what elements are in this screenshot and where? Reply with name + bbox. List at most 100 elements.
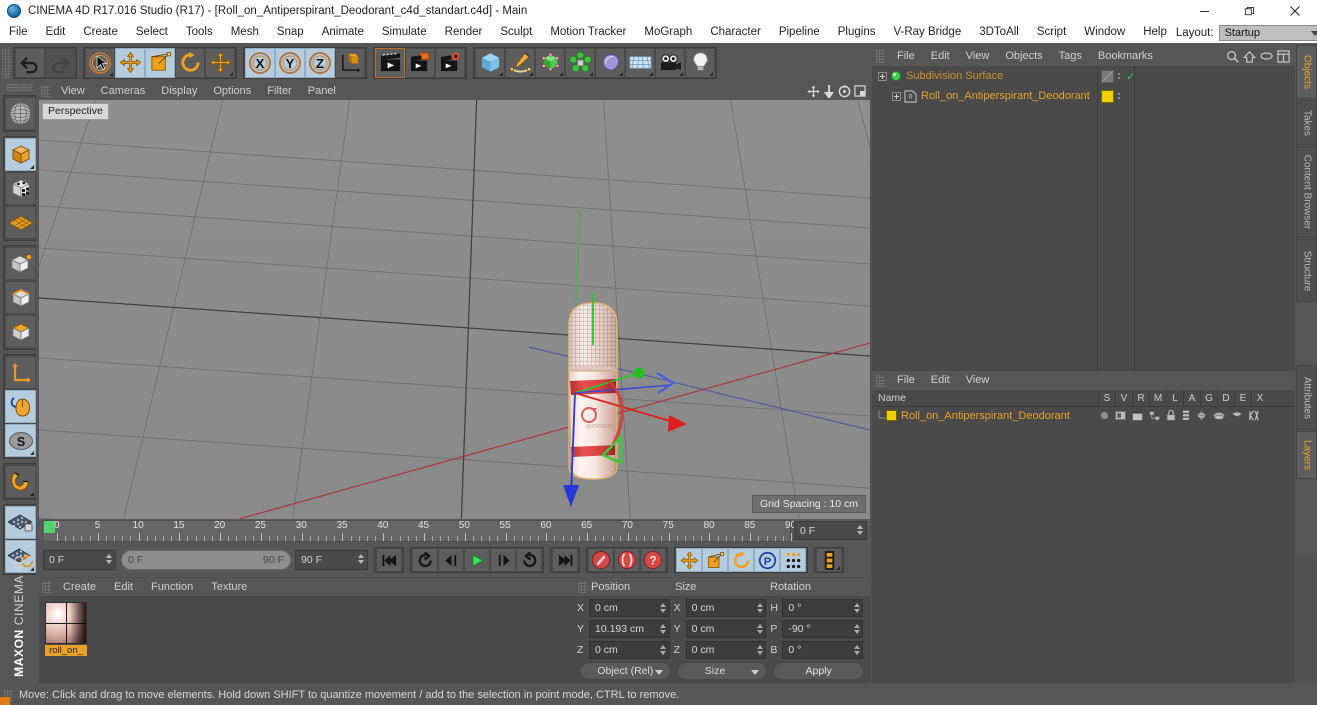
add-nurbs-button[interactable]: [535, 47, 565, 78]
menu-vray-bridge[interactable]: V-Ray Bridge: [884, 22, 970, 43]
point-mode-button[interactable]: [5, 247, 36, 280]
tag-slot-icon[interactable]: [1101, 69, 1114, 83]
size-z-stepper[interactable]: [756, 645, 763, 657]
edge-mode-button[interactable]: [5, 281, 36, 314]
menu-edit[interactable]: Edit: [37, 22, 75, 43]
record-pla-button[interactable]: [780, 548, 806, 572]
record-param-button[interactable]: P: [754, 548, 780, 572]
enable-axis-modification-button[interactable]: [5, 356, 36, 389]
move-duplicate-button[interactable]: [205, 47, 235, 78]
xref-icon[interactable]: [1249, 410, 1259, 421]
size-x-field[interactable]: 0 cm: [685, 599, 767, 617]
axis-x-lock-button[interactable]: X: [245, 47, 275, 78]
material-tag-icon[interactable]: [1101, 89, 1114, 103]
viewport-menu-options[interactable]: Options: [205, 82, 259, 100]
tab-attributes[interactable]: Attributes: [1296, 365, 1317, 430]
material-menu-edit[interactable]: Edit: [105, 578, 142, 596]
position-x-stepper[interactable]: [660, 603, 667, 615]
menu-help[interactable]: Help: [1134, 22, 1176, 43]
pan-icon[interactable]: [807, 84, 820, 98]
preview-range-slider[interactable]: 0 F 90 F: [121, 550, 291, 570]
rotation-h-stepper[interactable]: [853, 603, 860, 615]
column-header-g[interactable]: G: [1200, 390, 1217, 407]
record-active-objects-button[interactable]: [588, 548, 614, 572]
solo-dot-icon[interactable]: [1100, 411, 1109, 420]
add-cube-button[interactable]: [475, 47, 505, 78]
menu-3dtoall[interactable]: 3DToAll: [970, 22, 1028, 43]
tab-layers[interactable]: Layers: [1296, 431, 1317, 479]
viewport-grip[interactable]: [41, 85, 50, 97]
maximize-button[interactable]: [1227, 0, 1272, 22]
add-spline-pen-button[interactable]: [505, 47, 535, 78]
menu-mograph[interactable]: MoGraph: [635, 22, 701, 43]
add-scene-button[interactable]: [625, 47, 655, 78]
current-frame-stepper[interactable]: [856, 525, 863, 537]
layer-menu-edit[interactable]: Edit: [923, 371, 958, 390]
menu-select[interactable]: Select: [127, 22, 177, 43]
autokeying-button[interactable]: [614, 548, 640, 572]
go-to-start-button[interactable]: [376, 548, 402, 572]
enabled-check-icon[interactable]: ✓: [1126, 70, 1135, 83]
object-menu-view[interactable]: View: [958, 46, 998, 66]
expressions-icon[interactable]: [1231, 411, 1243, 420]
undo-button[interactable]: [15, 47, 45, 78]
material-list[interactable]: roll_on_: [39, 596, 574, 683]
menu-snap[interactable]: Snap: [268, 22, 313, 43]
enable-snapping-mouse-button[interactable]: [5, 390, 36, 423]
rotation-b-field[interactable]: 0 °: [782, 641, 864, 659]
layout-dropdown[interactable]: Startup: [1218, 24, 1317, 41]
menu-pipeline[interactable]: Pipeline: [770, 22, 829, 43]
expand-collapse-icon[interactable]: [892, 91, 901, 101]
menu-sculpt[interactable]: Sculpt: [491, 22, 541, 43]
apply-button[interactable]: Apply: [773, 662, 865, 680]
world-object-coord-button[interactable]: [335, 47, 365, 78]
menu-create[interactable]: Create: [74, 22, 127, 43]
position-y-stepper[interactable]: [660, 624, 667, 636]
layer-color-swatch[interactable]: [886, 410, 897, 421]
object-tree-row[interactable]: Subdivision Surface ✓: [872, 66, 1295, 86]
go-to-end-button[interactable]: [552, 548, 578, 572]
rotate-tool-button[interactable]: [175, 47, 205, 78]
palette-grip[interactable]: [6, 84, 33, 91]
viewport-menu-cameras[interactable]: Cameras: [93, 82, 154, 100]
material-manager-grip[interactable]: [42, 581, 51, 593]
size-x-stepper[interactable]: [756, 603, 763, 615]
view-icon[interactable]: [1115, 411, 1126, 420]
visibility-dots-icon[interactable]: [1118, 73, 1122, 79]
add-deformer-button[interactable]: [595, 47, 625, 78]
magnet-tool-button[interactable]: [5, 465, 36, 498]
polygon-mode-button[interactable]: [5, 315, 36, 348]
make-editable-button[interactable]: [5, 97, 36, 130]
current-frame-field[interactable]: 0 F: [794, 521, 867, 540]
menu-file[interactable]: File: [0, 22, 37, 43]
position-z-field[interactable]: 0 cm: [589, 641, 670, 659]
select-tool-button[interactable]: [85, 47, 115, 78]
add-light-button[interactable]: [685, 47, 715, 78]
column-header-m[interactable]: M: [1149, 390, 1166, 407]
timeline-ruler[interactable]: 0 5 10 15 20 25 30 35 40 45 50 55 60 65 70 75 80 85 90 0 F: [39, 519, 870, 543]
viewport-menu-view[interactable]: View: [53, 82, 93, 100]
preview-min-stepper[interactable]: [105, 554, 112, 566]
tab-content-browser[interactable]: Content Browser: [1296, 146, 1317, 238]
rotation-h-field[interactable]: 0 °: [782, 599, 864, 617]
viewport-menu-filter[interactable]: Filter: [259, 82, 299, 100]
preview-min-time-field[interactable]: 0 F: [43, 550, 116, 570]
size-mode-dropdown[interactable]: Size: [676, 662, 768, 680]
record-rotation-button[interactable]: [728, 548, 754, 572]
model-mode-button[interactable]: [5, 138, 36, 171]
keyframe-interpolation-button[interactable]: [816, 548, 842, 572]
scale-tool-button[interactable]: [145, 47, 175, 78]
object-manager-tree[interactable]: Subdivision Surface ✓ 0 Roll_on_Antipers…: [872, 66, 1295, 371]
layer-row[interactable]: Roll_on_Antiperspirant_Deodorant: [872, 407, 1295, 424]
texture-mode-button[interactable]: [5, 172, 36, 205]
column-header-r[interactable]: R: [1132, 390, 1149, 407]
column-header-x[interactable]: X: [1251, 390, 1268, 407]
position-z-stepper[interactable]: [660, 645, 667, 657]
add-array-button[interactable]: [565, 47, 595, 78]
rotation-p-field[interactable]: -90 °: [782, 620, 864, 638]
size-z-field[interactable]: 0 cm: [685, 641, 767, 659]
tab-takes[interactable]: Takes: [1296, 100, 1317, 145]
column-header-s[interactable]: S: [1098, 390, 1115, 407]
object-menu-objects[interactable]: Objects: [997, 46, 1050, 66]
render-view-button[interactable]: [375, 47, 405, 78]
